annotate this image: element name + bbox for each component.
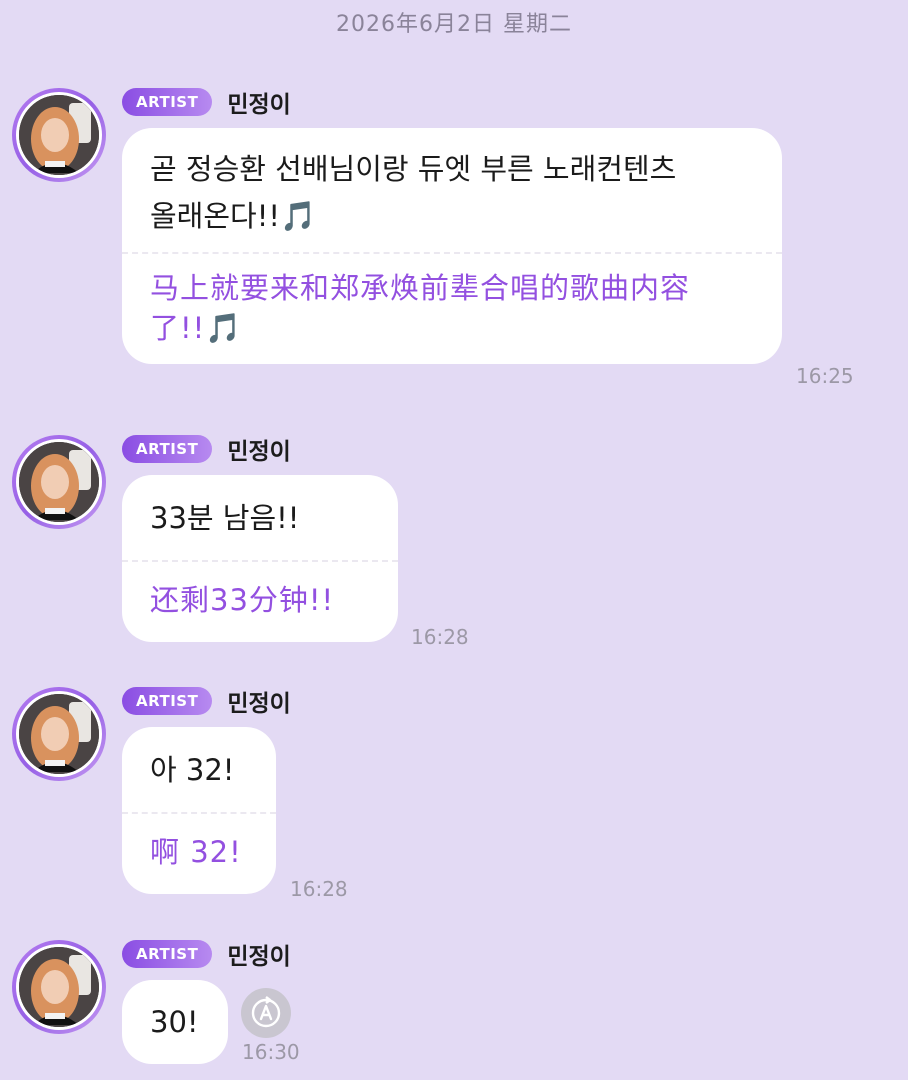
message-bubble[interactable]: 곧 정승환 선배님이랑 듀엣 부른 노래컨텐츠 올래온다!!🎵 马上就要来和郑承… — [122, 128, 782, 364]
translate-button[interactable] — [241, 988, 291, 1038]
translation-text: 马上就要来和郑承焕前辈合唱的歌曲内容 了!!🎵 — [122, 254, 782, 364]
korean-text: 아 32! — [122, 727, 276, 812]
translation-text: 啊 32! — [122, 814, 276, 894]
avatar-photo — [19, 95, 99, 175]
sender-name[interactable]: 민정이 — [227, 85, 290, 119]
text-line: 곧 정승환 선배님이랑 듀엣 부른 노래컨텐츠 — [150, 152, 677, 186]
artist-badge: ARTIST — [122, 687, 213, 715]
translation-text: 还剩33分钟!! — [122, 562, 398, 642]
text-line: 올래온다!!🎵 — [150, 199, 317, 233]
sender-row: ARTIST 민정이 — [122, 432, 291, 466]
message-time: 16:25 — [796, 364, 854, 388]
message-bubble[interactable]: 33분 남음!! 还剩33分钟!! — [122, 475, 398, 642]
translate-icon — [251, 996, 281, 1028]
avatar-photo — [19, 694, 99, 774]
text-line: 还剩33分钟!! — [150, 583, 335, 617]
artist-avatar[interactable] — [12, 435, 106, 529]
sender-name[interactable]: 민정이 — [227, 937, 290, 971]
text-line: 33분 남음!! — [150, 501, 300, 535]
artist-badge: ARTIST — [122, 940, 213, 968]
sender-row: ARTIST 민정이 — [122, 85, 291, 119]
text-line: 马上就要来和郑承焕前辈合唱的歌曲内容 — [150, 271, 691, 305]
artist-avatar[interactable] — [12, 940, 106, 1034]
text-line: 30! — [150, 1005, 199, 1039]
korean-text: 33분 남음!! — [122, 475, 398, 560]
artist-avatar[interactable] — [12, 687, 106, 781]
text-line: 了!!🎵 — [150, 311, 243, 345]
artist-badge: ARTIST — [122, 435, 213, 463]
artist-avatar[interactable] — [12, 88, 106, 182]
sender-row: ARTIST 민정이 — [122, 937, 291, 971]
text-line: 啊 32! — [150, 835, 242, 869]
korean-text: 곧 정승환 선배님이랑 듀엣 부른 노래컨텐츠 올래온다!!🎵 — [122, 128, 782, 252]
message-time: 16:30 — [242, 1040, 300, 1064]
message-time: 16:28 — [290, 877, 348, 901]
sender-row: ARTIST 민정이 — [122, 684, 291, 718]
sender-name[interactable]: 민정이 — [227, 432, 290, 466]
korean-text: 30! — [122, 980, 228, 1064]
date-header: 2026年6月2日 星期二 — [336, 12, 572, 37]
message-time: 16:28 — [411, 625, 469, 649]
message-bubble[interactable]: 아 32! 啊 32! — [122, 727, 276, 894]
avatar-photo — [19, 442, 99, 522]
avatar-photo — [19, 947, 99, 1027]
sender-name[interactable]: 민정이 — [227, 684, 290, 718]
message-bubble[interactable]: 30! — [122, 980, 228, 1064]
text-line: 아 32! — [150, 753, 235, 787]
artist-badge: ARTIST — [122, 88, 213, 116]
